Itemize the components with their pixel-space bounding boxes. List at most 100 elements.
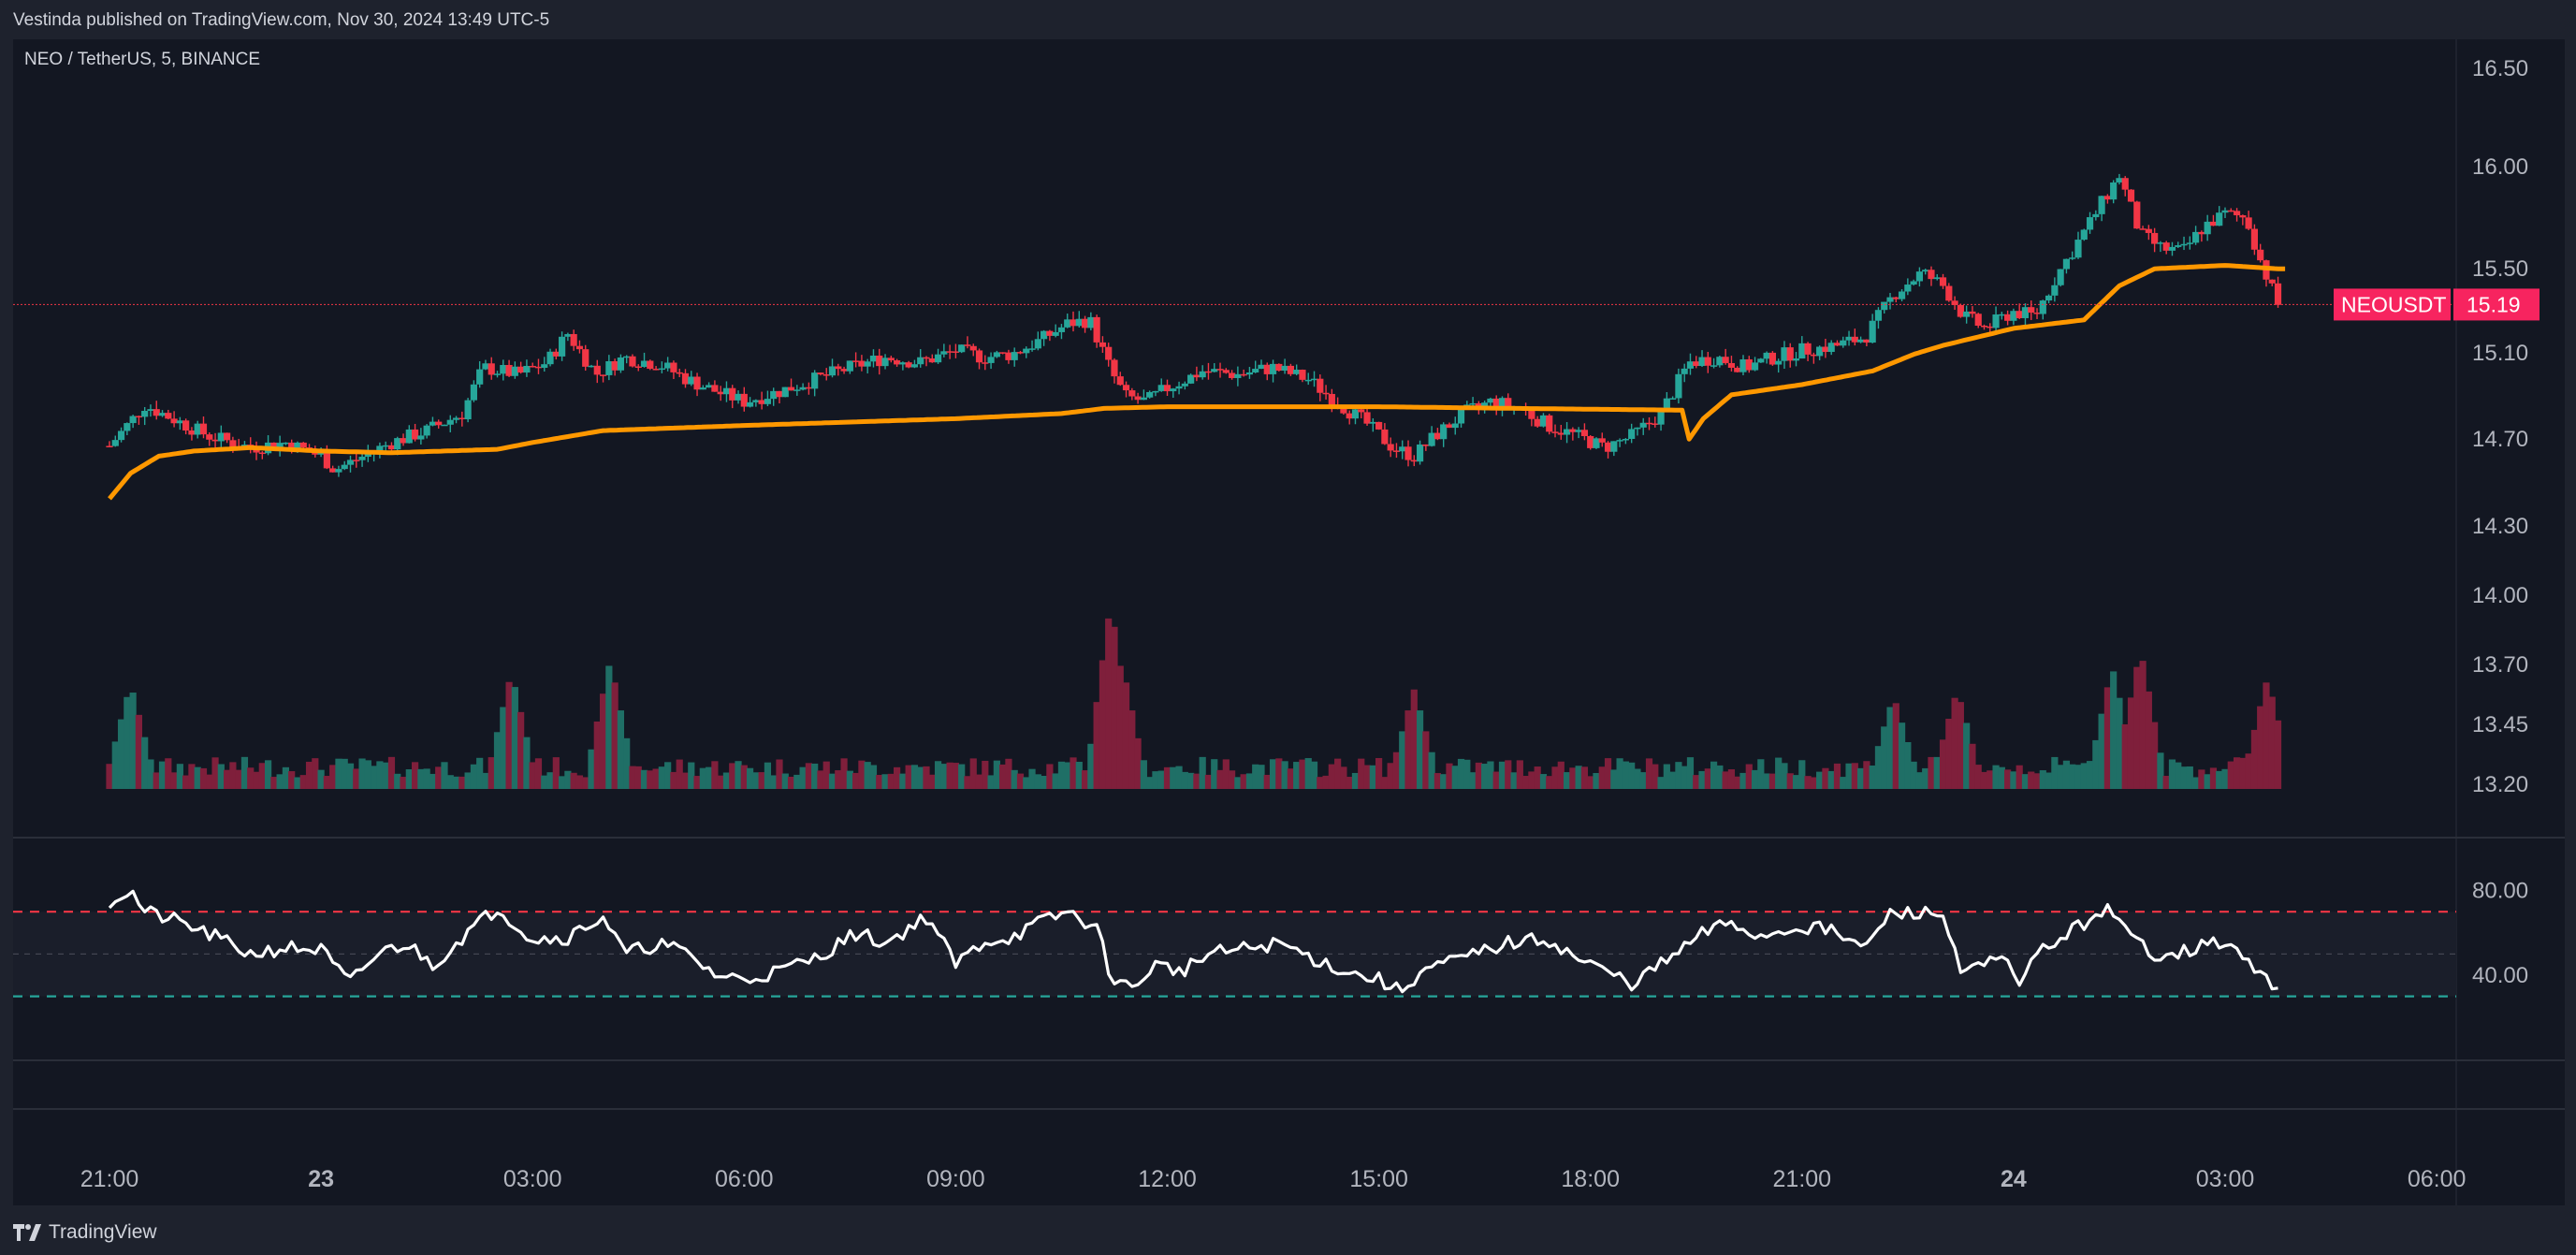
candle-body (1634, 427, 1641, 430)
candle-body (529, 365, 536, 368)
volume-bar (1857, 767, 1865, 789)
volume-bar (864, 762, 871, 789)
candle-body (1551, 431, 1559, 433)
volume-bar (458, 776, 466, 789)
volume-bar (2175, 762, 2182, 789)
candle-body (1005, 352, 1012, 360)
volume-bar (776, 759, 783, 789)
candle-body (435, 421, 443, 426)
volume-bar (1616, 758, 1623, 789)
candle-body (1487, 398, 1494, 403)
candle-body (394, 438, 401, 450)
candle-body (969, 345, 977, 351)
candle-body (999, 352, 1007, 354)
candle-body (1998, 314, 2005, 316)
candle-body (2098, 196, 2105, 214)
candle-body (1539, 415, 1548, 427)
volume-bar (899, 773, 907, 789)
candle-body (2274, 283, 2282, 305)
volume-bar (1727, 769, 1736, 789)
volume-bar (1410, 689, 1418, 789)
candle-body (1974, 314, 1982, 327)
volume-bar (476, 757, 484, 789)
time-tick-label: 03:00 (2196, 1166, 2255, 1192)
candle-body (1075, 318, 1083, 327)
candle-body (876, 355, 883, 367)
volume-bar (1945, 719, 1953, 789)
volume-bar (2086, 761, 2094, 789)
candle-body (735, 393, 742, 401)
time-tick-label: 12:00 (1138, 1166, 1197, 1192)
volume-bar (1234, 777, 1242, 789)
volume-bar (1152, 771, 1159, 789)
candle-body (1505, 398, 1512, 407)
volume-bar (1358, 758, 1365, 789)
volume-bar (1275, 758, 1283, 789)
volume-bar (1881, 726, 1888, 789)
volume-bar (1228, 770, 1236, 789)
candle-body (852, 360, 860, 362)
volume-bar (1804, 776, 1812, 789)
candle-body (752, 400, 760, 402)
volume-bar (1334, 758, 1342, 789)
volume-bar (1516, 760, 1523, 789)
volume-bar (1387, 763, 1394, 789)
rsi-axis: 80.00 40.00 (2472, 879, 2528, 988)
volume-bar (1645, 758, 1653, 789)
volume-bar (1381, 777, 1389, 789)
volume-bar (1739, 772, 1747, 789)
volume-bar (153, 772, 160, 789)
volume-bar (1992, 765, 2000, 789)
candle-body (1146, 391, 1154, 398)
candle-body (1099, 342, 1107, 347)
volume-bar (1340, 766, 1347, 789)
footer-brand[interactable]: TradingView (13, 1217, 157, 1248)
candle-body (117, 430, 125, 441)
candle-body (2133, 201, 2141, 229)
volume-bar (1863, 761, 1870, 789)
candle-body (1698, 357, 1706, 367)
volume-bar (147, 759, 154, 789)
volume-bar (2162, 775, 2170, 789)
volume-bar (353, 768, 360, 789)
volume-bar (1193, 773, 1201, 789)
candle-body (1628, 429, 1636, 440)
candle-body (1768, 352, 1776, 365)
volume-bar (224, 769, 231, 789)
volume-bar (805, 763, 812, 789)
volume-bar (1122, 682, 1130, 789)
chart-canvas[interactable]: 16.50 16.00 15.50 15.10 14.70 14.30 14.00 13.70… (0, 0, 2576, 1255)
volume-bar (2098, 713, 2105, 789)
candle-body (2080, 229, 2088, 241)
time-tick-label: 06:00 (2408, 1166, 2467, 1192)
candle-body (1569, 429, 1577, 432)
volume-bar (240, 756, 249, 789)
volume-bar (1775, 757, 1783, 789)
volume-bar (1922, 767, 1929, 789)
volume-bar (1064, 762, 1071, 789)
volume-bar (905, 765, 912, 789)
candle-body (987, 357, 995, 363)
candle-body (934, 354, 942, 363)
volume-bar (1734, 776, 1741, 789)
candle-body (1070, 319, 1077, 327)
candle-body (1622, 439, 1629, 441)
candle-body (417, 435, 425, 440)
candle-body (1204, 371, 1213, 373)
volume-bar (253, 771, 260, 789)
candle-body (2162, 242, 2170, 251)
candle-body (835, 366, 842, 370)
candle-body (1580, 430, 1589, 437)
volume-bar (188, 764, 196, 789)
volume-bar (946, 762, 953, 789)
volume-bar (658, 766, 665, 789)
volume-bar (876, 774, 883, 789)
volume-bar (2250, 729, 2259, 789)
volume-bar (928, 774, 936, 789)
volume-bar (1546, 776, 1553, 789)
volume-bar (2062, 760, 2071, 789)
volume-bar (358, 758, 366, 789)
volume-bar (1463, 759, 1471, 789)
volume-bar (1011, 769, 1018, 789)
candle-body (1816, 346, 1824, 357)
